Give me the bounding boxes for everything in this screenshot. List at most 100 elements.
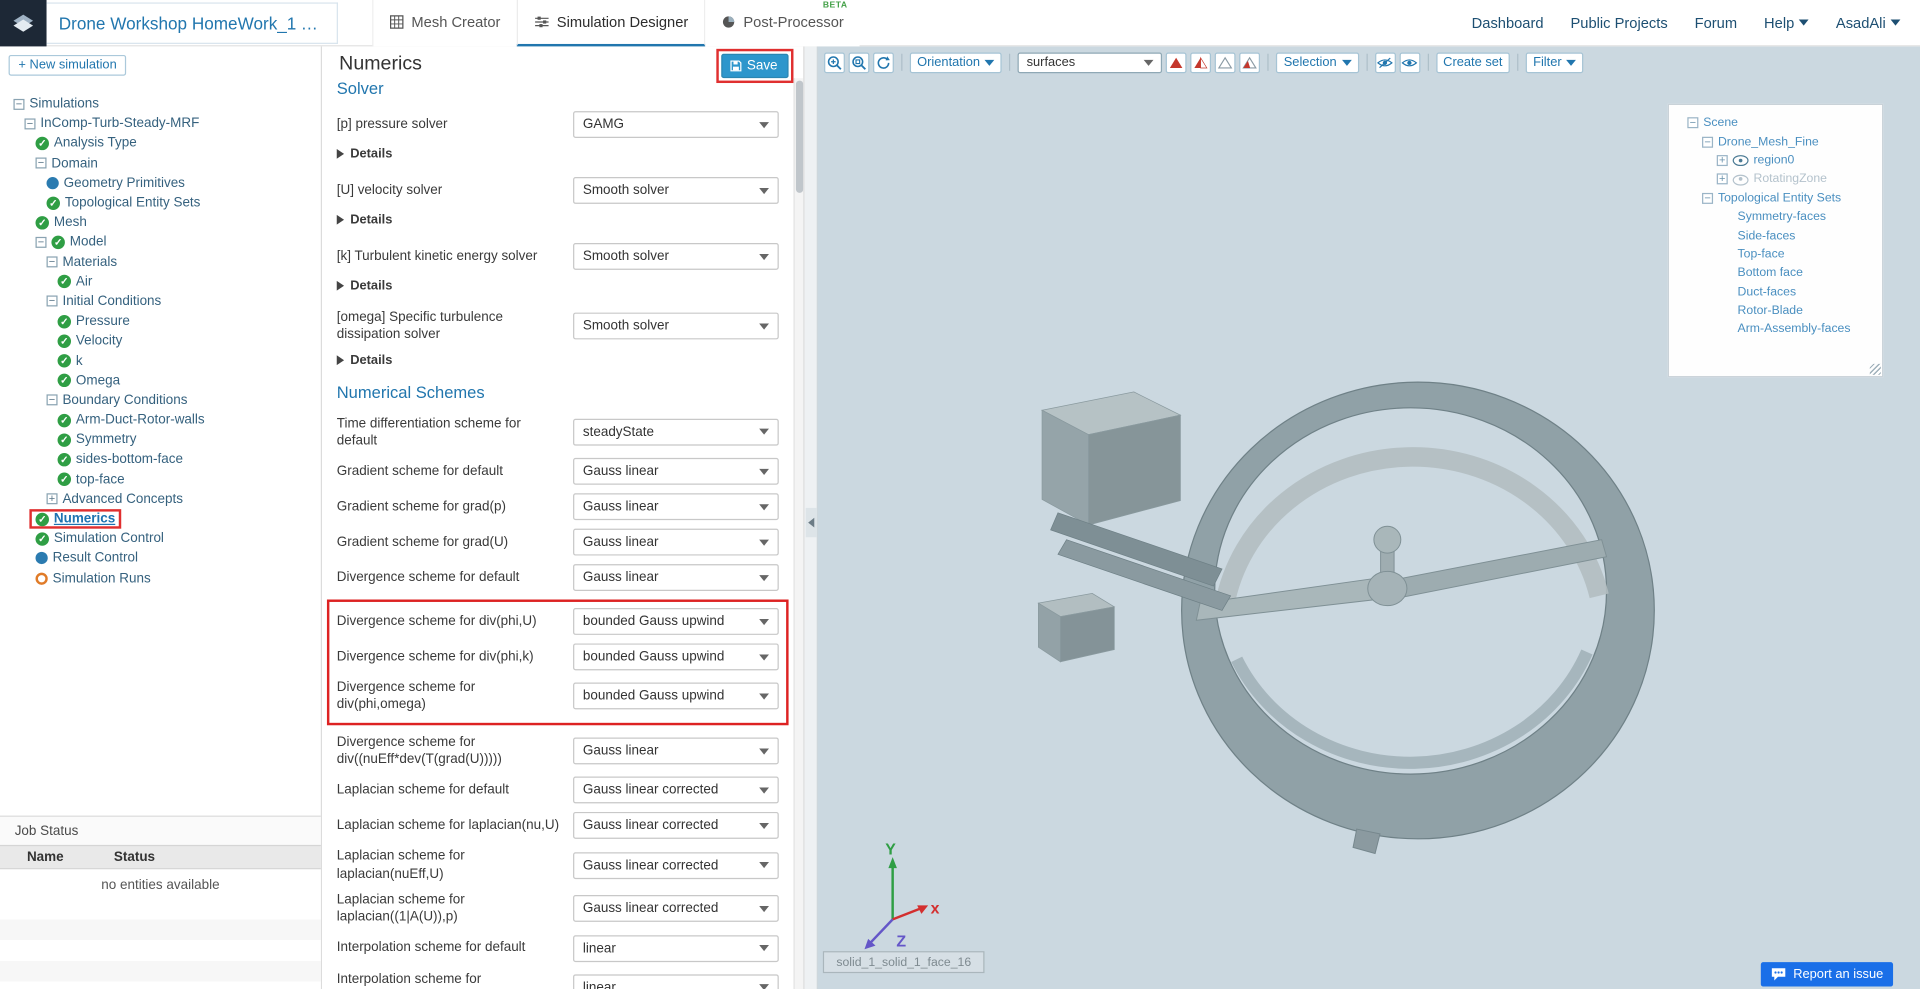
expand-icon[interactable]: + bbox=[1717, 155, 1728, 166]
scene-item-duct-faces[interactable]: Duct-faces bbox=[1674, 283, 1877, 302]
scene-item-arm-assembly-faces[interactable]: Arm-Assembly-faces bbox=[1674, 320, 1877, 339]
tree-item-pressure[interactable]: ✓Pressure bbox=[0, 311, 321, 331]
scene-item-bottom-face[interactable]: Bottom face bbox=[1674, 264, 1877, 283]
scene-item-region0[interactable]: +region0 bbox=[1674, 151, 1877, 170]
eye-icon[interactable] bbox=[1733, 173, 1749, 185]
collapse-icon[interactable]: − bbox=[36, 158, 47, 169]
details-toggle[interactable]: Details bbox=[337, 212, 779, 227]
expand-icon[interactable]: + bbox=[47, 494, 58, 505]
nav-user-menu[interactable]: AsadAli bbox=[1836, 14, 1901, 31]
hide-selection-button[interactable] bbox=[1375, 52, 1396, 73]
tree-item-omega[interactable]: ✓Omega bbox=[0, 371, 321, 391]
app-logo-icon[interactable] bbox=[0, 0, 47, 46]
collapse-icon[interactable]: − bbox=[24, 118, 35, 129]
scene-item-rotatingzone[interactable]: +RotatingZone bbox=[1674, 170, 1877, 189]
tree-item-simulations[interactable]: −Simulations bbox=[0, 94, 321, 114]
tree-item-k[interactable]: ✓k bbox=[0, 351, 321, 371]
collapse-icon[interactable]: − bbox=[1687, 117, 1698, 128]
show-all-button[interactable] bbox=[1399, 52, 1420, 73]
reset-view-button[interactable] bbox=[873, 52, 894, 73]
mesh-metric-button-1[interactable] bbox=[1166, 52, 1187, 73]
new-simulation-button[interactable]: + New simulation bbox=[9, 55, 127, 76]
tree-item-geometry-primitives[interactable]: Geometry Primitives bbox=[0, 173, 321, 193]
select-divergence-scheme-for-div-phi-k[interactable]: bounded Gauss upwind bbox=[573, 644, 779, 671]
tab-post-processor[interactable]: BETA Post-Processor bbox=[705, 0, 859, 46]
tree-item-symmetry[interactable]: ✓Symmetry bbox=[0, 430, 321, 450]
select-laplacian-scheme-for-laplacian-1-a-u-p[interactable]: Gauss linear corrected bbox=[573, 895, 779, 922]
mesh-metric-button-4[interactable] bbox=[1240, 52, 1261, 73]
select-laplacian-scheme-for-laplacian-nueff-u[interactable]: Gauss linear corrected bbox=[573, 852, 779, 879]
select-k-turbulent-kinetic-energy-solver[interactable]: Smooth solver bbox=[573, 243, 779, 270]
tree-item-top-face[interactable]: ✓top-face bbox=[0, 470, 321, 490]
select-gradient-scheme-for-grad-p[interactable]: Gauss linear bbox=[573, 494, 779, 521]
details-toggle[interactable]: Details bbox=[337, 278, 779, 293]
select-laplacian-scheme-for-laplacian-nu-u[interactable]: Gauss linear corrected bbox=[573, 812, 779, 839]
select-gradient-scheme-for-default[interactable]: Gauss linear bbox=[573, 458, 779, 485]
tree-item-result-control[interactable]: Result Control bbox=[0, 549, 321, 569]
collapse-icon[interactable]: − bbox=[47, 257, 58, 268]
select-divergence-scheme-for-default[interactable]: Gauss linear bbox=[573, 564, 779, 591]
mesh-metric-button-3[interactable] bbox=[1215, 52, 1236, 73]
tree-item-advanced-concepts[interactable]: +Advanced Concepts bbox=[0, 489, 321, 509]
scene-item-rotor-blade[interactable]: Rotor-Blade bbox=[1674, 301, 1877, 320]
rotor-hub[interactable] bbox=[1368, 571, 1407, 605]
details-toggle[interactable]: Details bbox=[337, 147, 779, 162]
tree-item-air[interactable]: ✓Air bbox=[0, 272, 321, 292]
tree-item-model[interactable]: −✓Model bbox=[0, 232, 321, 252]
tree-item-boundary-conditions[interactable]: −Boundary Conditions bbox=[0, 390, 321, 410]
select-time-differentiation-scheme-for-default[interactable]: steadyState bbox=[573, 419, 779, 446]
details-toggle[interactable]: Details bbox=[337, 352, 779, 367]
nav-public-projects[interactable]: Public Projects bbox=[1571, 14, 1668, 31]
tree-item-topological-entity-sets[interactable]: ✓Topological Entity Sets bbox=[0, 193, 321, 213]
eye-icon[interactable] bbox=[1733, 154, 1749, 166]
collapse-icon[interactable]: − bbox=[13, 98, 24, 109]
select-divergence-scheme-for-div-phi-omega[interactable]: bounded Gauss upwind bbox=[573, 683, 779, 710]
collapse-icon[interactable]: − bbox=[47, 296, 58, 307]
panel-scrollbar[interactable] bbox=[793, 78, 803, 989]
select-divergence-scheme-for-div-phi-u[interactable]: bounded Gauss upwind bbox=[573, 608, 779, 635]
select-divergence-scheme-for-div-nueff-dev-t-grad-u[interactable]: Gauss linear bbox=[573, 738, 779, 765]
collapse-icon[interactable]: − bbox=[36, 237, 47, 248]
nav-help-menu[interactable]: Help bbox=[1764, 14, 1809, 31]
select-u-velocity-solver[interactable]: Smooth solver bbox=[573, 177, 779, 204]
select-omega-specific-turbulence-dissipation-solver[interactable]: Smooth solver bbox=[573, 313, 779, 340]
render-mode-select[interactable]: surfaces bbox=[1018, 52, 1162, 73]
select-gradient-scheme-for-grad-u[interactable]: Gauss linear bbox=[573, 529, 779, 556]
report-issue-button[interactable]: Report an issue bbox=[1761, 962, 1893, 986]
select-interpolation-scheme-for-interpolate-hbya[interactable]: linear bbox=[573, 974, 779, 989]
scene-item-top-face[interactable]: Top-face bbox=[1674, 245, 1877, 264]
save-button[interactable]: Save bbox=[721, 54, 788, 78]
tree-item-analysis-type[interactable]: ✓Analysis Type bbox=[0, 134, 321, 154]
project-title-container[interactable]: Drone Workshop HomeWork_1 Ta... bbox=[47, 2, 338, 44]
nav-forum[interactable]: Forum bbox=[1695, 14, 1737, 31]
expand-icon[interactable]: + bbox=[1717, 174, 1728, 185]
collapse-icon[interactable]: − bbox=[1702, 193, 1713, 204]
tree-item-arm-duct-rotor-walls[interactable]: ✓Arm-Duct-Rotor-walls bbox=[0, 410, 321, 430]
tree-item-numerics[interactable]: ✓Numerics bbox=[0, 509, 321, 529]
tree-item-incomp-turb-steady-mrf[interactable]: −InComp-Turb-Steady-MRF bbox=[0, 114, 321, 134]
collapse-icon[interactable]: − bbox=[47, 395, 58, 406]
collapse-icon[interactable]: − bbox=[1702, 136, 1713, 147]
tree-item-initial-conditions[interactable]: −Initial Conditions bbox=[0, 292, 321, 312]
tree-item-simulation-runs[interactable]: Simulation Runs bbox=[0, 568, 321, 588]
select-p-pressure-solver[interactable]: GAMG bbox=[573, 111, 779, 138]
scene-item-symmetry-faces[interactable]: Symmetry-faces bbox=[1674, 208, 1877, 227]
collapse-panel-button[interactable] bbox=[806, 508, 817, 537]
mesh-metric-button-2[interactable] bbox=[1191, 52, 1212, 73]
scrollbar-thumb[interactable] bbox=[796, 81, 803, 193]
tree-item-velocity[interactable]: ✓Velocity bbox=[0, 331, 321, 351]
select-laplacian-scheme-for-default[interactable]: Gauss linear corrected bbox=[573, 777, 779, 804]
tree-item-sides-bottom-face[interactable]: ✓sides-bottom-face bbox=[0, 450, 321, 470]
tree-item-domain[interactable]: −Domain bbox=[0, 153, 321, 173]
zoom-in-button[interactable] bbox=[824, 52, 845, 73]
orientation-dropdown[interactable]: Orientation bbox=[910, 52, 1002, 73]
selection-dropdown[interactable]: Selection bbox=[1276, 52, 1358, 73]
scene-item-scene[interactable]: −Scene bbox=[1674, 114, 1877, 133]
scene-item-topological-entity-sets[interactable]: −Topological Entity Sets bbox=[1674, 189, 1877, 208]
scene-item-drone-mesh-fine[interactable]: −Drone_Mesh_Fine bbox=[1674, 132, 1877, 151]
scene-item-side-faces[interactable]: Side-faces bbox=[1674, 226, 1877, 245]
create-set-button[interactable]: Create set bbox=[1436, 52, 1510, 73]
tree-item-simulation-control[interactable]: ✓Simulation Control bbox=[0, 529, 321, 549]
zoom-fit-button[interactable] bbox=[849, 52, 870, 73]
tab-simulation-designer[interactable]: Simulation Designer bbox=[516, 0, 705, 46]
